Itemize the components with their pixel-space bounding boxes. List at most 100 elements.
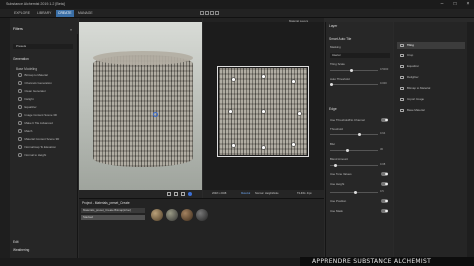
settings-icon[interactable] <box>215 11 219 15</box>
filter-icon <box>18 129 22 133</box>
label-blend-amount: Blend Amount <box>330 157 348 161</box>
stack-item-equalizer[interactable]: Equalizer <box>397 63 465 70</box>
channel-normal[interactable]: Normal <box>255 192 263 195</box>
material-thumbnail[interactable] <box>196 209 208 221</box>
label-use-position: Use Position <box>330 199 347 203</box>
tile-handle[interactable] <box>262 146 265 149</box>
height-slider[interactable] <box>330 191 378 195</box>
mode-select[interactable]: Interior <box>330 53 390 58</box>
stack-item-base-material[interactable]: Base Material <box>397 107 465 114</box>
menu-create[interactable]: CREATE <box>56 10 74 17</box>
list-item[interactable]: Normalmap To Elevation <box>18 145 56 151</box>
camera-icon[interactable] <box>167 192 171 196</box>
shape-icon[interactable] <box>181 192 185 196</box>
view-mode-icon[interactable] <box>188 192 192 196</box>
presets-crumb[interactable]: Presets <box>13 44 73 49</box>
viewport-3d-toolbar <box>79 190 202 198</box>
threshold-value[interactable]: 0.000 <box>380 82 387 85</box>
list-item[interactable]: Delight <box>18 97 34 103</box>
list-item[interactable]: Bitmap to Material <box>18 73 48 79</box>
section-weathering[interactable]: Weathering <box>13 248 29 252</box>
list-item[interactable]: Channels Generation <box>18 81 52 87</box>
section-edit[interactable]: Edit <box>13 240 19 244</box>
blur-slider[interactable] <box>330 149 378 153</box>
list-item[interactable]: Make It Tile Advanced <box>18 121 53 127</box>
graph-node[interactable]: Materials_preset_Create Bitmap(inher) <box>81 208 145 213</box>
filter-icon <box>400 65 404 68</box>
tiling-scale-slider[interactable] <box>330 69 378 73</box>
maximize-icon[interactable]: □ <box>449 0 461 9</box>
collapse-icon[interactable]: « <box>70 27 72 32</box>
minimize-icon[interactable]: – <box>436 0 448 9</box>
label-threshold: Threshold <box>330 127 343 131</box>
undo-icon[interactable] <box>200 11 204 15</box>
section-smart-auto-tile[interactable]: Smart Auto Tile <box>329 37 351 41</box>
stack-item-bitmap-to-material[interactable]: Bitmap to Material <box>397 85 465 92</box>
list-item[interactable]: Image Content Scene 3D <box>18 113 57 119</box>
viewport-2d-toolbar: 2048 x 2048 Material Normal Height/Hole … <box>203 190 324 198</box>
label-masking: Masking <box>330 45 341 49</box>
label-tiling-scale: Tiling Scale <box>330 62 345 66</box>
menu-manage[interactable]: MANAGE <box>76 11 95 15</box>
tile-handle[interactable] <box>292 80 295 83</box>
group-base-modeling[interactable]: Base Modeling <box>16 67 37 71</box>
use-height-toggle[interactable] <box>381 182 388 186</box>
stack-item-crop[interactable]: Crop <box>397 52 465 59</box>
course-banner: APPRENDRE SUBSTANCE ALCHEMIST <box>300 257 474 266</box>
gizmo-icon[interactable] <box>153 112 158 117</box>
export-icon[interactable] <box>210 11 214 15</box>
redo-icon[interactable] <box>205 11 209 15</box>
filter-icon <box>18 73 22 77</box>
list-item[interactable]: Material Content Scene 3D <box>18 137 59 143</box>
blend-value[interactable]: 0.08 <box>380 163 385 166</box>
edge-threshold-value[interactable]: 0.64 <box>380 132 385 135</box>
label-use-threshold: Use Threshold/No Channel <box>330 118 365 122</box>
label-blur: Blur <box>330 142 336 146</box>
filter-icon <box>18 137 22 141</box>
use-threshold-toggle[interactable] <box>381 118 388 122</box>
tile-handle[interactable] <box>262 75 265 78</box>
graph-node-stacked[interactable]: Stacked <box>81 215 145 220</box>
threshold-slider[interactable] <box>330 83 378 87</box>
stack-item-delighter[interactable]: Delighter <box>397 74 465 81</box>
tile-handle[interactable] <box>229 110 232 113</box>
stack-item-import-image[interactable]: Import Image <box>397 96 465 103</box>
material-thumbnail[interactable] <box>166 209 178 221</box>
preview-cylinder-top <box>93 51 193 65</box>
tile-handle[interactable] <box>262 110 265 113</box>
channel-material[interactable]: Material <box>241 192 250 195</box>
use-position-toggle[interactable] <box>381 199 388 203</box>
material-thumbnail[interactable] <box>181 209 193 221</box>
use-mask-toggle[interactable] <box>381 209 388 213</box>
blur-value[interactable]: 30 <box>380 148 383 151</box>
list-item[interactable]: Equalizer <box>18 105 37 111</box>
tile-handle[interactable] <box>232 78 235 81</box>
tile-handle[interactable] <box>292 143 295 146</box>
project-panel: Project - Materials_preset_Create Materi… <box>79 198 324 258</box>
tiling-scale-value[interactable]: 0.5000 <box>380 68 388 71</box>
blend-slider[interactable] <box>330 164 378 168</box>
right-icon-strip <box>467 22 474 258</box>
toolbar-icons <box>200 11 234 16</box>
section-edge[interactable]: Edge <box>329 107 337 111</box>
list-item[interactable]: Clean Generator <box>18 89 46 95</box>
edge-threshold-slider[interactable] <box>330 133 378 137</box>
section-generation[interactable]: Generation <box>13 57 29 61</box>
close-icon[interactable]: × <box>462 0 474 9</box>
list-item[interactable]: Normal to Height <box>18 153 46 159</box>
label-use-height: Use Height <box>330 182 345 186</box>
menu-library[interactable]: LIBRARY <box>35 11 53 15</box>
height-value[interactable]: 0.5 <box>380 190 384 193</box>
banner-text: APPRENDRE SUBSTANCE ALCHEMIST <box>312 258 432 265</box>
filter-icon <box>18 97 22 101</box>
tile-handle[interactable] <box>298 112 301 115</box>
channel-height[interactable]: Height/Hole <box>265 192 279 195</box>
menu-explore[interactable]: EXPLORE <box>12 11 32 15</box>
list-item[interactable]: Match <box>18 129 32 135</box>
light-icon[interactable] <box>174 192 178 196</box>
use-tone-toggle[interactable] <box>381 172 388 176</box>
material-thumbnail[interactable] <box>151 209 163 221</box>
properties-panel: Layer Smart Auto Tile Masking Interior T… <box>325 22 393 258</box>
tile-handle[interactable] <box>232 144 235 147</box>
stack-item-tiling[interactable]: Tiling <box>397 42 465 49</box>
